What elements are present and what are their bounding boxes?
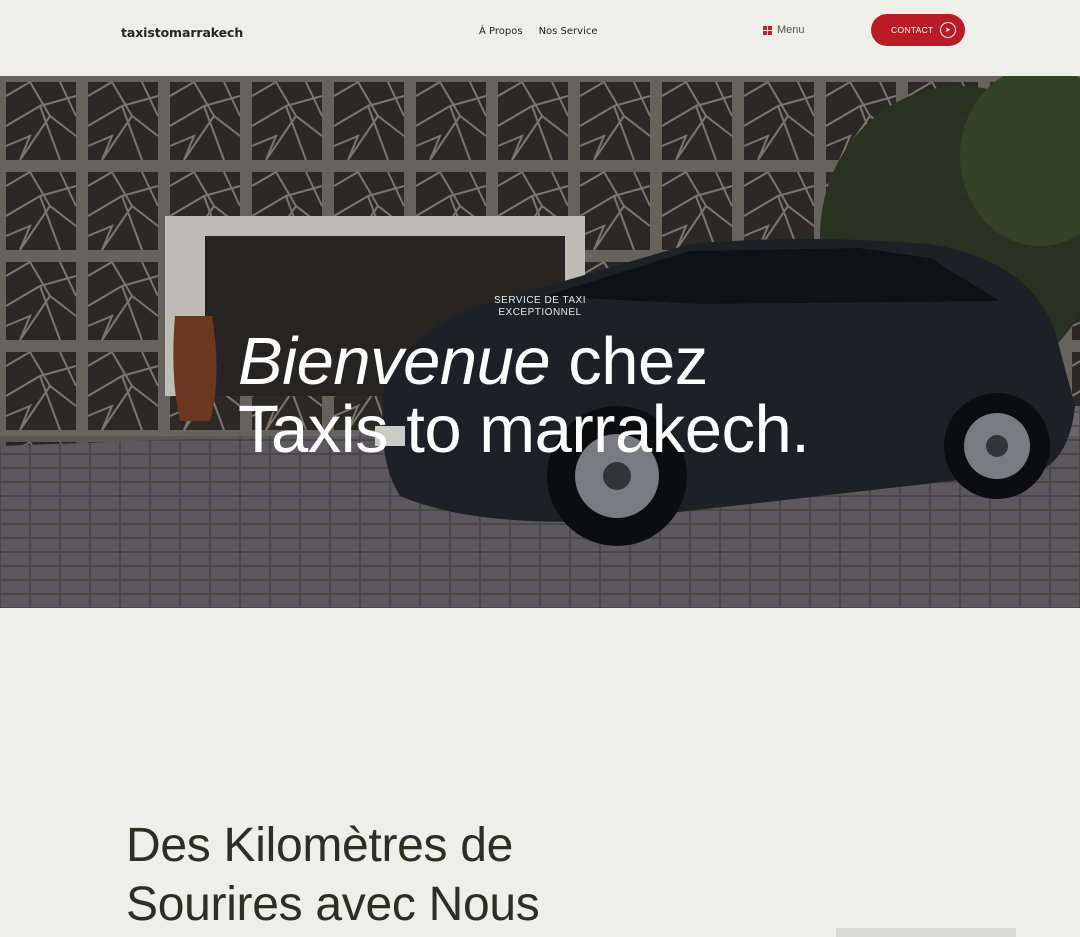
hero-title-line2: Taxis to marrakech. <box>238 392 810 467</box>
partial-card <box>836 928 1016 937</box>
hero-eyebrow: SERVICE DE TAXI EXCEPTIONNEL <box>440 295 640 319</box>
menu-button[interactable]: Menu <box>763 24 805 36</box>
section-title: Des Kilomètres de Sourires avec Nous <box>126 816 540 934</box>
hero-banner: SERVICE DE TAXI EXCEPTIONNEL Bienvenue c… <box>0 76 1080 608</box>
hero-title-rest: chez <box>550 324 708 399</box>
hero-eyebrow-line1: SERVICE DE TAXI <box>494 295 586 306</box>
hero-eyebrow-line2: EXCEPTIONNEL <box>498 307 582 318</box>
grid-icon <box>763 25 772 35</box>
main-nav: À Propos Nos Service <box>479 26 598 37</box>
nav-link-a-propos[interactable]: À Propos <box>479 26 523 37</box>
menu-label: Menu <box>777 24 805 36</box>
hero-title-italic: Bienvenue <box>238 324 551 399</box>
hero-title: Bienvenue chez Taxis to marrakech. <box>238 328 810 467</box>
section-title-line2: Sourires avec Nous <box>126 878 540 931</box>
contact-button[interactable]: CONTACT ➤ <box>871 14 965 46</box>
site-header: taxistomarrakech À Propos Nos Service Me… <box>0 0 1080 76</box>
site-logo[interactable]: taxistomarrakech <box>121 25 243 40</box>
section-title-line1: Des Kilomètres de <box>126 819 514 872</box>
arrow-circle-icon: ➤ <box>940 22 956 38</box>
nav-link-nos-service[interactable]: Nos Service <box>539 26 598 37</box>
contact-label: CONTACT <box>891 25 934 35</box>
